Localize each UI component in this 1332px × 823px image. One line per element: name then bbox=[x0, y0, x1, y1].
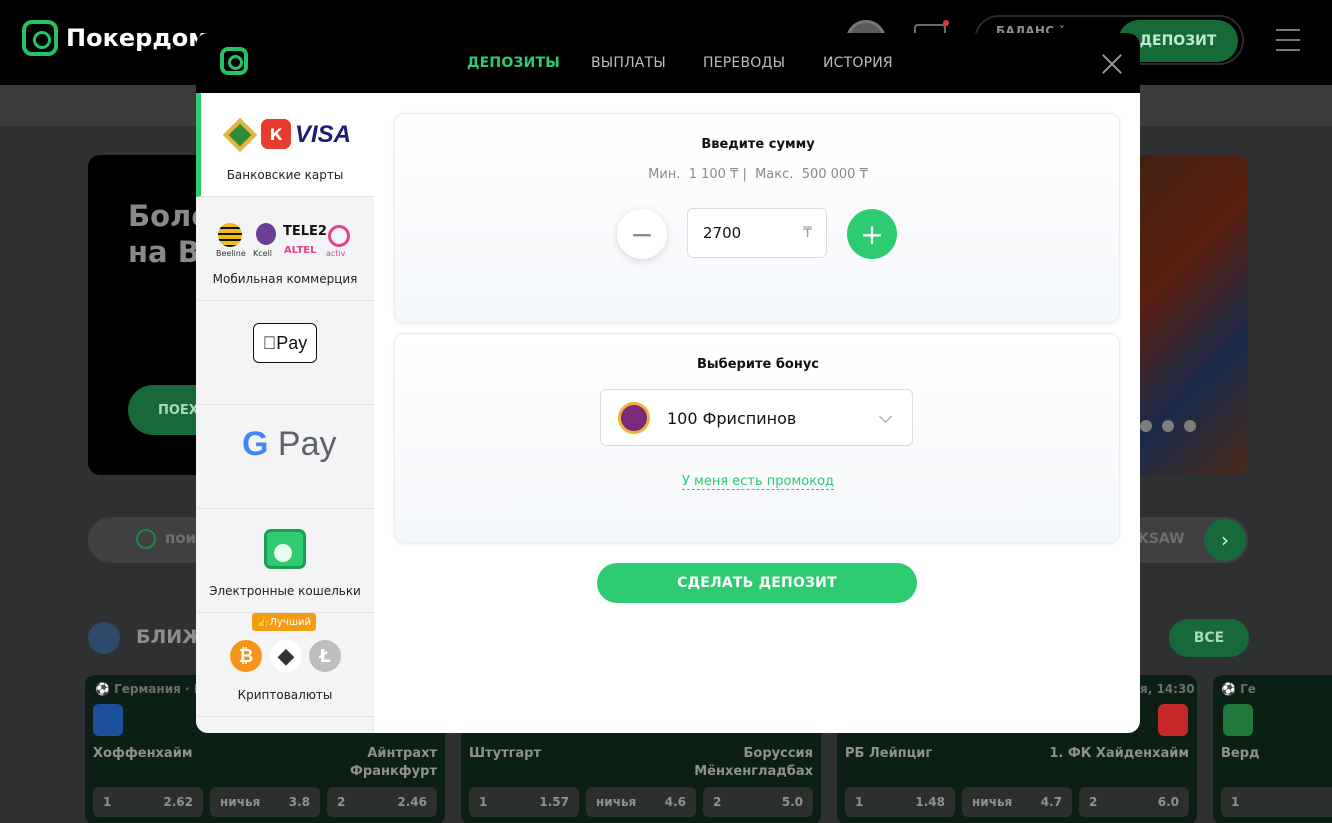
method-google-pay[interactable]: G Pay bbox=[196, 405, 374, 509]
menu-icon[interactable] bbox=[1276, 29, 1300, 59]
bonus-select[interactable]: 100 Фриспинов bbox=[600, 389, 913, 446]
kcell-label: Kcell bbox=[253, 249, 273, 258]
bonus-selected: 100 Фриспинов bbox=[667, 409, 797, 428]
bonus-icon bbox=[618, 402, 650, 434]
promo-code-link[interactable]: У меня есть промокод bbox=[395, 474, 1121, 490]
google-icon: G bbox=[242, 425, 269, 463]
amount-input[interactable]: 2700 ₸ bbox=[687, 208, 827, 258]
bonus-card: Выберите бонус 100 Фриспинов У меня есть… bbox=[394, 333, 1120, 543]
method-crypto[interactable]: 👍 Лучший ₿ ◆ Ł Криптовалюты bbox=[196, 613, 374, 717]
tab-withdrawals[interactable]: ВЫПЛАТЫ bbox=[591, 55, 666, 71]
visa-logo: VISA bbox=[295, 121, 352, 148]
carousel-dots[interactable] bbox=[1140, 420, 1196, 432]
apple-icon:  bbox=[263, 333, 277, 354]
activ-icon bbox=[328, 225, 350, 247]
method-label: Мобильная коммерция bbox=[212, 272, 358, 286]
match-time: я, 14:30 bbox=[1140, 682, 1195, 696]
payment-methods-sidebar: К VISA Банковские карты TELE2 Beeline Kc… bbox=[196, 93, 374, 733]
bonus-title: Выберите бонус bbox=[696, 357, 820, 372]
tab-deposits[interactable]: ДЕПОЗИТЫ bbox=[467, 55, 560, 71]
amount-title: Введите сумму bbox=[701, 137, 815, 152]
team-away: Боруссия Мёнхенгладбах bbox=[694, 746, 813, 779]
cashier-modal: ДЕПОЗИТЫ ВЫПЛАТЫ ПЕРЕВОДЫ ИСТОРИЯ К VISA… bbox=[196, 33, 1140, 733]
kaspi-icon: К bbox=[261, 119, 291, 149]
bitcoin-icon: ₿ bbox=[230, 640, 262, 672]
modal-header: ДЕПОЗИТЫ ВЫПЛАТЫ ПЕРЕВОДЫ ИСТОРИЯ bbox=[196, 33, 1140, 93]
team-home: Штутгарт bbox=[469, 746, 542, 761]
method-label: Банковские карты bbox=[226, 168, 344, 182]
ethereum-icon: ◆ bbox=[270, 640, 302, 672]
odd-away[interactable]: 2 5.0 bbox=[703, 787, 813, 817]
odd-home[interactable]: 1 1.57 bbox=[469, 787, 579, 817]
best-badge: 👍 Лучший bbox=[252, 613, 316, 631]
method-apple-pay[interactable]: Pay bbox=[196, 301, 374, 405]
altel-label: ALTEL bbox=[284, 245, 317, 256]
all-button[interactable]: ВСЕ bbox=[1169, 619, 1249, 657]
amount-limits: Мин. 1 100 ₸ | Макс. 500 000 ₸ bbox=[648, 167, 868, 182]
search-tag[interactable]: KSAW bbox=[1138, 531, 1185, 547]
odd-draw[interactable]: ничья 3.8 bbox=[210, 787, 320, 817]
halyk-icon bbox=[223, 118, 257, 152]
currency-symbol: ₸ bbox=[803, 225, 812, 241]
team-logo bbox=[93, 704, 123, 736]
litecoin-icon: Ł bbox=[309, 640, 341, 672]
method-label: Криптовалюты bbox=[237, 688, 333, 702]
odd-draw[interactable]: ничья 4.6 bbox=[586, 787, 696, 817]
method-bank-cards[interactable]: К VISA Банковские карты bbox=[196, 93, 374, 197]
logo-icon bbox=[220, 47, 248, 75]
team-home: Верд bbox=[1221, 746, 1260, 761]
method-label: Электронные кошельки bbox=[209, 584, 361, 598]
team-home: РБ Лейпциг bbox=[845, 746, 933, 761]
odd-home[interactable]: 1 bbox=[1221, 787, 1332, 817]
search-input[interactable]: пои bbox=[165, 529, 196, 547]
increase-amount-button[interactable]: + bbox=[847, 209, 897, 259]
close-icon[interactable] bbox=[1101, 53, 1123, 75]
football-icon bbox=[88, 622, 120, 654]
amount-card: Введите сумму Мин. 1 100 ₸ | Макс. 500 0… bbox=[394, 113, 1120, 323]
site-logo[interactable]: Покердом bbox=[22, 20, 208, 56]
team-logo bbox=[1223, 704, 1253, 736]
match-league: ⚽ Ге bbox=[1221, 682, 1256, 696]
odd-away[interactable]: 2 2.46 bbox=[327, 787, 437, 817]
notification-dot bbox=[943, 20, 949, 26]
logo-icon bbox=[22, 20, 58, 56]
logo-text: Покердом bbox=[66, 24, 208, 52]
tele2-logo: TELE2 bbox=[283, 224, 327, 239]
apple-pay-logo: Pay bbox=[253, 323, 317, 363]
odd-away[interactable]: 2 6.0 bbox=[1079, 787, 1189, 817]
search-icon bbox=[136, 529, 156, 549]
team-home: Хоффенхайм bbox=[93, 746, 193, 761]
kcell-icon bbox=[256, 223, 276, 245]
decrease-amount-button[interactable]: − bbox=[617, 209, 667, 259]
odd-draw[interactable]: ничья 4.7 bbox=[962, 787, 1072, 817]
activ-label: activ bbox=[326, 249, 346, 258]
chevron-down-icon bbox=[879, 410, 892, 423]
match-league: ⚽ Германия · Бу bbox=[95, 682, 211, 696]
make-deposit-button[interactable]: СДЕЛАТЬ ДЕПОЗИТ bbox=[597, 563, 917, 603]
chevron-right-icon[interactable]: › bbox=[1204, 519, 1246, 561]
team-away: 1. ФК Хайденхайм bbox=[1049, 746, 1189, 761]
tab-transfers[interactable]: ПЕРЕВОДЫ bbox=[703, 55, 785, 71]
wallet-icon bbox=[264, 529, 306, 569]
amount-value: 2700 bbox=[703, 224, 742, 242]
beeline-label: Beeline bbox=[216, 249, 246, 258]
team-logo bbox=[1158, 704, 1188, 736]
method-e-wallets[interactable]: Электронные кошельки bbox=[196, 509, 374, 613]
beeline-icon bbox=[218, 223, 242, 247]
tab-history[interactable]: ИСТОРИЯ bbox=[823, 55, 893, 71]
odd-home[interactable]: 1 2.62 bbox=[93, 787, 203, 817]
method-mobile-commerce[interactable]: TELE2 Beeline Kcell ALTEL activ Мобильна… bbox=[196, 197, 374, 301]
team-away: Айнтрахт Франкфурт bbox=[350, 746, 437, 779]
odd-home[interactable]: 1 1.48 bbox=[845, 787, 955, 817]
google-pay-logo: G Pay bbox=[242, 425, 337, 463]
